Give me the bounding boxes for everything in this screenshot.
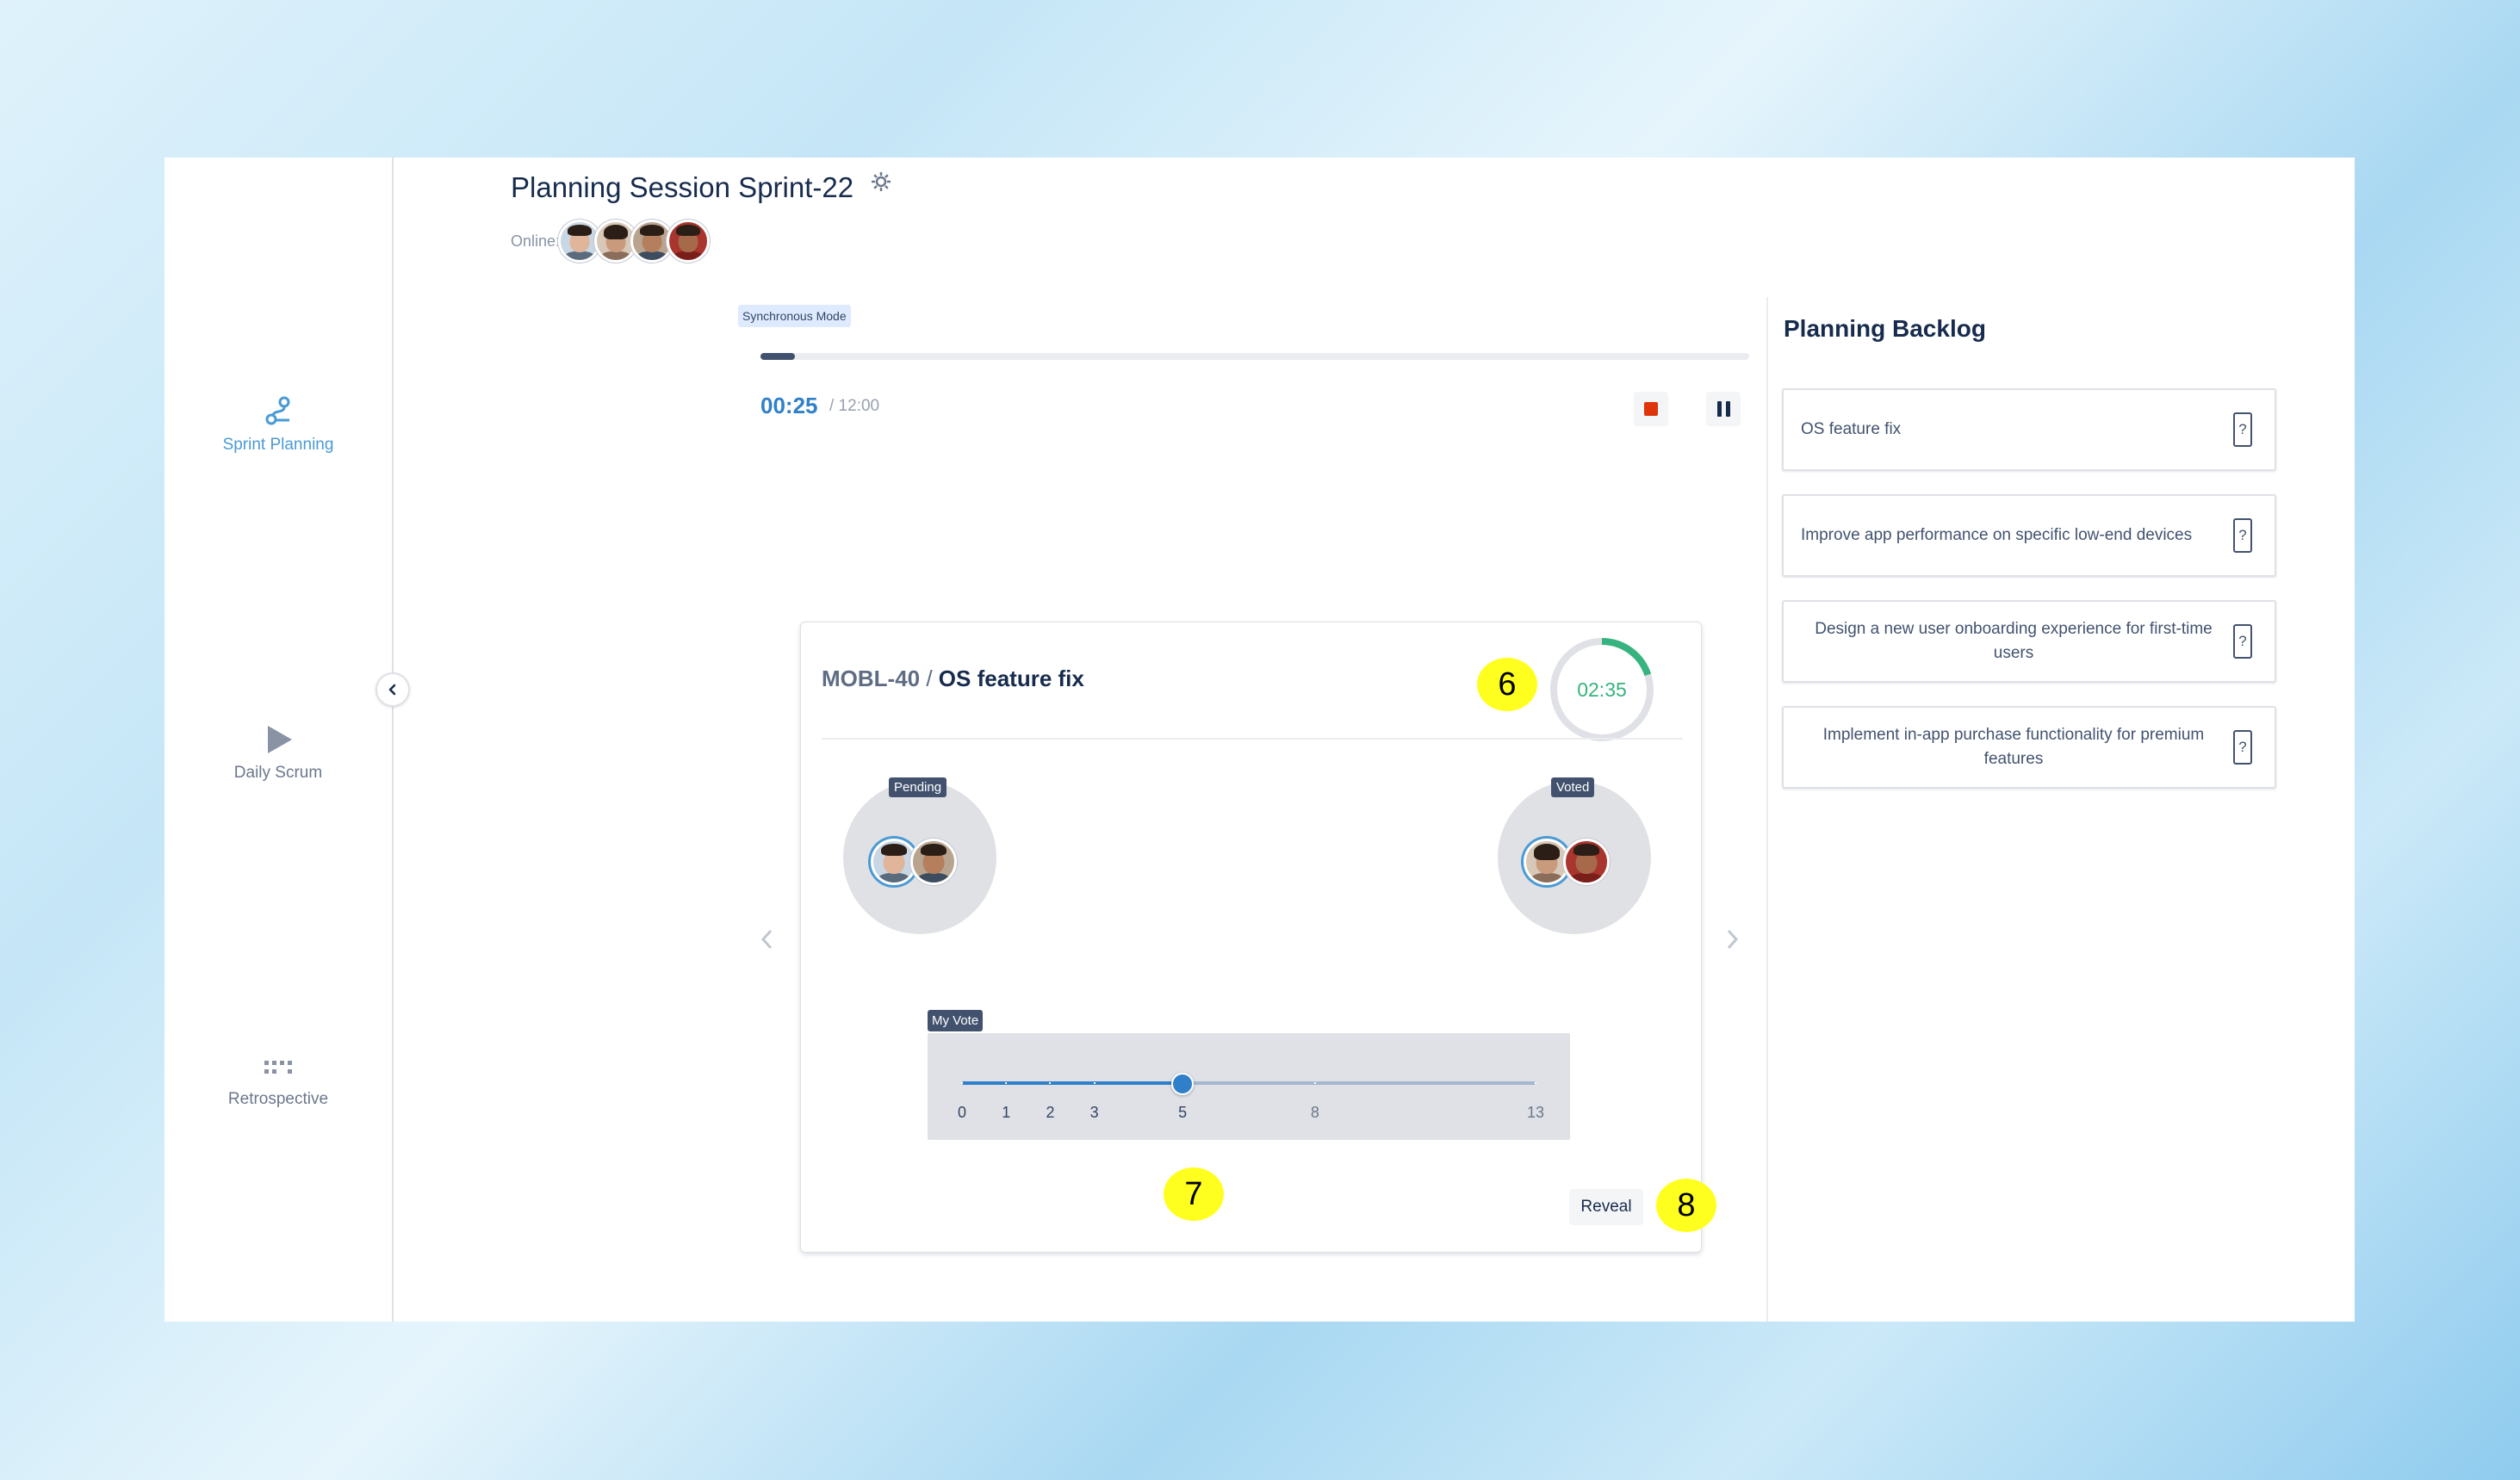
pending-badge: Pending	[889, 777, 947, 797]
stop-button[interactable]	[1634, 392, 1668, 426]
vote-slider-fill	[962, 1081, 1183, 1085]
app-window: Sprint Planning Daily Scrum Retrospectiv…	[164, 158, 2355, 1322]
backlog-divider	[1766, 297, 1768, 1322]
estimate-badge[interactable]: ?	[2233, 624, 2252, 659]
vote-option-2[interactable]: 2	[1046, 1104, 1054, 1122]
sidebar-item-label: Daily Scrum	[233, 764, 323, 782]
voted-avatars	[1524, 839, 1610, 885]
annotation-marker-6: 6	[1477, 658, 1537, 711]
page-title: Planning Session Sprint-22	[511, 171, 854, 203]
countdown-ring: 02:35	[1549, 636, 1655, 743]
card-divider	[822, 738, 1683, 740]
session-progress-bar	[760, 353, 1749, 360]
backlog-item-text: Improve app performance on specific low-…	[1801, 526, 2193, 544]
backlog-item[interactable]: Implement in-app purchase functionality …	[1782, 706, 2276, 789]
pause-button[interactable]	[1706, 392, 1741, 426]
vote-slider-thumb[interactable]	[1171, 1073, 1195, 1095]
backlog-item-text: Implement in-app purchase functionality …	[1822, 726, 2205, 768]
grid-dots-icon	[264, 1061, 292, 1074]
issue-key[interactable]: MOBL-40	[822, 666, 920, 691]
collapse-sidebar-button[interactable]	[376, 672, 410, 707]
vote-option-5[interactable]: 5	[1178, 1104, 1187, 1122]
issue-separator: /	[920, 666, 939, 691]
next-issue-button[interactable]	[1723, 926, 1741, 959]
previous-issue-button[interactable]	[759, 926, 776, 959]
vote-tick-mark	[1005, 1082, 1008, 1084]
vote-option-3[interactable]: 3	[1090, 1104, 1099, 1122]
vote-tick-mark	[1313, 1082, 1316, 1084]
chevron-left-icon	[760, 929, 773, 950]
pending-avatars	[871, 839, 957, 885]
vote-option-8[interactable]: 8	[1311, 1104, 1319, 1122]
play-icon	[268, 726, 292, 753]
vote-tick-mark	[1049, 1082, 1052, 1084]
reveal-button[interactable]: Reveal	[1569, 1189, 1643, 1225]
vote-option-13[interactable]: 13	[1527, 1104, 1544, 1122]
stop-icon	[1644, 402, 1658, 416]
avatar[interactable]	[1563, 839, 1610, 885]
online-label: Online:	[511, 232, 561, 250]
estimate-badge[interactable]: ?	[2233, 412, 2252, 447]
chevron-left-icon	[388, 684, 396, 696]
vote-tick-mark	[961, 1082, 963, 1084]
countdown-text: 02:35	[1577, 678, 1627, 701]
my-vote-badge: My Vote	[928, 1010, 984, 1031]
vote-option-1[interactable]: 1	[1002, 1104, 1010, 1122]
backlog-title: Planning Backlog	[1784, 315, 1986, 342]
timer-total: / 12:00	[829, 397, 880, 415]
backlog-item[interactable]: Improve app performance on specific low-…	[1782, 494, 2276, 577]
vote-option-0[interactable]: 0	[958, 1104, 966, 1122]
avatar[interactable]	[910, 839, 957, 885]
annotation-marker-8: 8	[1656, 1179, 1716, 1232]
online-users: Online:	[511, 220, 711, 263]
estimate-badge[interactable]: ?	[2233, 518, 2252, 553]
sidebar-item-retrospective[interactable]: Retrospective	[164, 1056, 392, 1109]
estimate-badge[interactable]: ?	[2233, 730, 2252, 765]
mode-badge: Synchronous Mode	[738, 305, 851, 327]
backlog-item-text: Design a new user onboarding experience …	[1815, 620, 2213, 662]
issue-title: MOBL-40 / OS feature fix	[822, 666, 1084, 692]
chevron-right-icon	[1727, 929, 1739, 950]
sidebar-item-label: Retrospective	[227, 1090, 329, 1108]
sidebar-item-label: Sprint Planning	[222, 436, 334, 454]
backlog-item[interactable]: Design a new user onboarding experience …	[1782, 600, 2276, 683]
vote-tick-mark	[1093, 1082, 1096, 1084]
sprint-planning-icon	[265, 396, 290, 425]
issue-summary: OS feature fix	[938, 666, 1084, 691]
annotation-marker-7: 7	[1164, 1167, 1224, 1221]
settings-button[interactable]	[869, 170, 893, 198]
vote-tick-mark	[1535, 1082, 1536, 1084]
session-progress-fill	[760, 353, 796, 360]
vote-slider-panel: 0 1 2 3 5 8 13	[928, 1033, 1570, 1140]
avatar[interactable]	[667, 220, 711, 263]
sidebar-item-daily-scrum[interactable]: Daily Scrum	[164, 722, 392, 783]
sidebar-item-sprint-planning[interactable]: Sprint Planning	[164, 394, 392, 455]
pause-icon	[1716, 401, 1730, 417]
gear-icon	[872, 172, 891, 191]
backlog-item-text: OS feature fix	[1801, 420, 1902, 438]
voted-badge: Voted	[1551, 777, 1595, 797]
timer-elapsed: 00:25	[760, 393, 818, 418]
sidebar: Sprint Planning Daily Scrum Retrospectiv…	[164, 158, 394, 1322]
voting-card: MOBL-40 / OS feature fix 02:35	[800, 622, 1702, 1253]
backlog-item[interactable]: OS feature fix ?	[1782, 388, 2276, 471]
